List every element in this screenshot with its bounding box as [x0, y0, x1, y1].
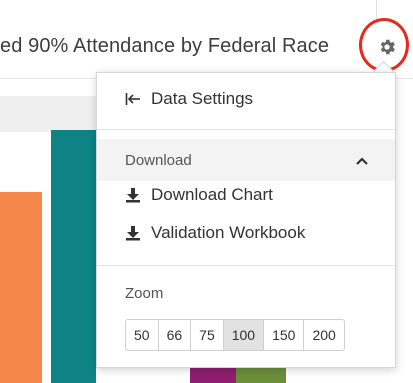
arrow-left-bar-icon: [125, 92, 145, 106]
zoom-option-66[interactable]: 66: [158, 320, 192, 350]
menu-divider: [97, 265, 395, 266]
download-icon: [125, 225, 145, 241]
download-chart-label: Download Chart: [151, 185, 273, 204]
zoom-option-150[interactable]: 150: [264, 320, 305, 350]
chevron-up-icon: [355, 152, 369, 172]
divider-line: [376, 0, 377, 20]
validation-workbook-label: Validation Workbook: [151, 223, 306, 242]
zoom-label: Zoom: [125, 285, 164, 302]
chart-bar-teal: [51, 130, 96, 383]
chart-title: ed 90% Attendance by Federal Race: [0, 35, 330, 57]
download-section-header[interactable]: Download: [97, 139, 395, 181]
settings-menu: Data Settings Download Download Chart Va…: [96, 72, 396, 368]
download-section-label: Download: [125, 151, 192, 169]
download-chart-item[interactable]: Download Chart: [125, 185, 273, 205]
zoom-button-group: 50 66 75 100 150 200: [125, 319, 345, 351]
data-settings-item[interactable]: Data Settings: [125, 89, 253, 109]
zoom-option-50[interactable]: 50: [126, 320, 159, 350]
download-icon: [125, 187, 145, 203]
menu-divider: [97, 129, 395, 130]
zoom-option-200[interactable]: 200: [304, 320, 344, 350]
zoom-option-75[interactable]: 75: [191, 320, 224, 350]
chart-band: [0, 96, 100, 132]
data-settings-label: Data Settings: [151, 89, 254, 108]
chart-bar-orange: [0, 192, 42, 383]
zoom-option-100[interactable]: 100: [223, 320, 265, 350]
validation-workbook-item[interactable]: Validation Workbook: [125, 223, 305, 243]
